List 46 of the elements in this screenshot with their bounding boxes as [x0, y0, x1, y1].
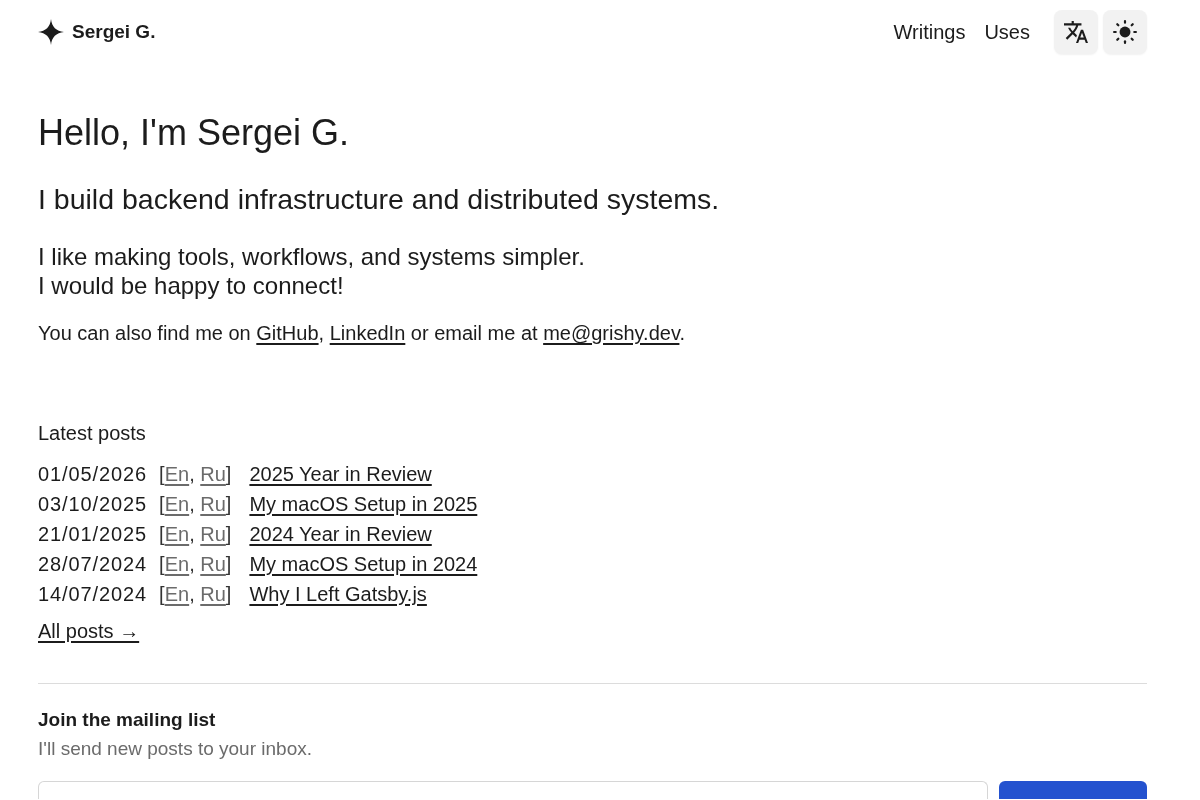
- email-link[interactable]: me@grishy.dev: [543, 322, 680, 344]
- tagline: I build backend infrastructure and distributed systems.: [38, 182, 721, 216]
- post-date: 03/10/2025: [38, 492, 148, 516]
- language-link[interactable]: En: [164, 492, 190, 515]
- language-link[interactable]: Ru: [200, 552, 226, 575]
- nav-link[interactable]: Uses: [984, 19, 1030, 45]
- post-title-link[interactable]: 2025 Year in Review: [249, 462, 432, 486]
- language-link[interactable]: En: [164, 582, 190, 605]
- language-links: [En, Ru]: [159, 492, 232, 516]
- language-link[interactable]: Ru: [200, 582, 226, 605]
- page-title: Hello, I'm Sergei G.: [38, 111, 350, 155]
- post-date: 01/05/2026: [38, 462, 148, 486]
- language-links: [En, Ru]: [159, 462, 232, 486]
- language-link[interactable]: En: [164, 522, 190, 545]
- post-title-link[interactable]: My macOS Setup in 2024: [249, 552, 478, 576]
- language-link[interactable]: En: [164, 552, 190, 575]
- theme-toggle-button[interactable]: [1103, 10, 1147, 54]
- mailing-list-heading: Join the mailing list: [38, 708, 217, 732]
- mailing-list-subtitle: I'll send new posts to your inbox.: [38, 737, 313, 761]
- profile-link[interactable]: GitHub: [256, 322, 319, 344]
- post-date: 28/07/2024: [38, 552, 148, 576]
- language-links: [En, Ru]: [159, 522, 232, 546]
- language-link[interactable]: Ru: [200, 522, 226, 545]
- all-posts-link[interactable]: All posts →: [38, 617, 140, 645]
- language-link[interactable]: Ru: [200, 492, 226, 515]
- nav-link[interactable]: Writings: [893, 19, 966, 45]
- sun-icon: [1113, 20, 1137, 44]
- home-link[interactable]: Sergei G.: [38, 19, 156, 45]
- intro-line: I like making tools, workflows, and systems simpler.: [38, 242, 586, 271]
- language-button[interactable]: [1054, 10, 1098, 54]
- sparkle-icon: [38, 19, 64, 45]
- language-link[interactable]: En: [164, 462, 190, 485]
- post-date: 21/01/2025: [38, 522, 148, 546]
- language-links: [En, Ru]: [159, 582, 232, 606]
- language-link[interactable]: Ru: [200, 462, 226, 485]
- post-date: 14/07/2024: [38, 582, 148, 606]
- translate-icon: [1064, 20, 1088, 44]
- post-title-link[interactable]: 2024 Year in Review: [249, 522, 432, 546]
- post-title-link[interactable]: Why I Left Gatsby.js: [249, 582, 427, 606]
- input-field[interactable]: [38, 781, 988, 799]
- profile-link[interactable]: LinkedIn: [329, 322, 406, 344]
- post-title-link[interactable]: My macOS Setup in 2025: [249, 492, 478, 516]
- intro-line: I would be happy to connect!: [38, 271, 345, 300]
- contact-text: You can also find me on GitHub, LinkedIn or email me at me@grishy.dev.: [38, 321, 686, 346]
- section-heading: Latest posts: [38, 421, 147, 446]
- language-links: [En, Ru]: [159, 552, 232, 576]
